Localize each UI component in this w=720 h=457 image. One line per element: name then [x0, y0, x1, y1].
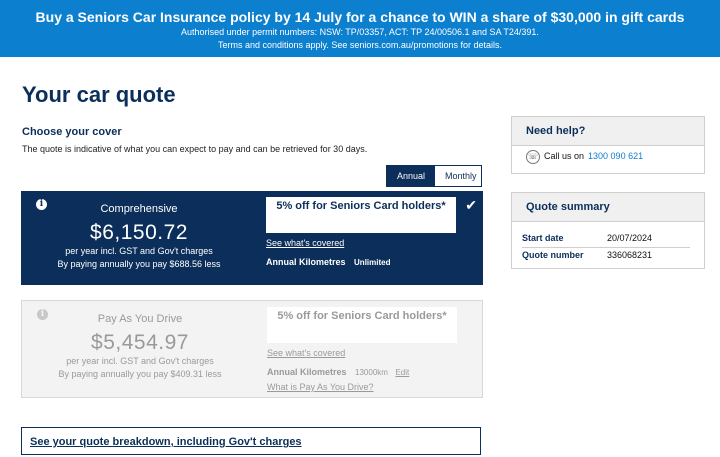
annual-option[interactable]: Annual [387, 166, 435, 186]
phone-icon: ☏ [526, 150, 540, 164]
page-title: Your car quote [22, 82, 176, 107]
price-note: per year incl. GST and Gov't charges [66, 356, 214, 366]
payment-frequency-toggle[interactable]: Annual Monthly [386, 165, 482, 187]
choose-cover-heading: Choose your cover [22, 126, 122, 138]
option-price: $6,150.72 [90, 221, 188, 244]
seniors-discount-badge: 5% off for Seniors Card holders* [267, 307, 457, 343]
quote-number-label: Quote number [522, 250, 584, 260]
start-date-label: Start date [522, 233, 564, 243]
annual-saving: By paying annually you pay $409.31 less [58, 369, 222, 379]
see-whats-covered-link[interactable]: See what's covered [267, 348, 345, 358]
phone-number-link[interactable]: 1300 090 621 [588, 151, 643, 161]
option-name: Pay As You Drive [97, 313, 183, 325]
quote-breakdown-link[interactable]: See your quote breakdown, including Gov'… [30, 436, 302, 448]
quote-breakdown-box[interactable]: See your quote breakdown, including Gov'… [21, 427, 481, 455]
quote-number-row: Quote number 336068231 [522, 250, 690, 260]
comprehensive-option-card[interactable]: i Comprehensive $6,150.72 per year incl.… [21, 191, 483, 285]
checkmark-icon: ✔ [465, 197, 477, 213]
pay-as-you-drive-option-card[interactable]: i Pay As You Drive $5,454.97 per year in… [21, 300, 483, 398]
option-name: Comprehensive [100, 203, 178, 215]
need-help-panel: Need help? ☏ Call us on 1300 090 621 [511, 116, 705, 174]
seniors-discount-badge: 5% off for Seniors Card holders* [266, 197, 456, 233]
annual-km-row: Annual Kilometres Unlimited [266, 257, 466, 267]
edit-km-link[interactable]: Edit [395, 368, 409, 377]
call-row: ☏ Call us on 1300 090 621 [526, 150, 643, 164]
monthly-option[interactable]: Monthly [435, 166, 481, 186]
need-help-title: Need help? [512, 117, 704, 146]
annual-km-label: Annual Kilometres [266, 257, 346, 267]
promo-terms: Terms and conditions apply. See seniors.… [218, 40, 502, 50]
quote-description: The quote is indicative of what you can … [22, 144, 368, 154]
annual-km-row: Annual Kilometres 13000km Edit [267, 367, 467, 377]
call-label: Call us on [544, 151, 585, 161]
annual-saving: By paying annually you pay $688.56 less [57, 259, 221, 269]
annual-km-value: 13000km [355, 368, 388, 377]
what-is-payd-link[interactable]: What is Pay As You Drive? [267, 382, 374, 392]
price-note: per year incl. GST and Gov't charges [65, 246, 213, 256]
annual-km-value: Unlimited [354, 258, 391, 267]
see-whats-covered-link[interactable]: See what's covered [266, 238, 344, 248]
quote-summary-panel: Quote summary Start date 20/07/2024 Quote… [511, 192, 705, 269]
promo-permits: Authorised under permit numbers: NSW: TP… [181, 27, 539, 37]
option-price: $5,454.97 [91, 331, 189, 354]
promo-headline: Buy a Seniors Car Insurance policy by 14… [35, 9, 685, 25]
promo-banner: Buy a Seniors Car Insurance policy by 14… [0, 0, 720, 57]
annual-km-label: Annual Kilometres [267, 367, 347, 377]
start-date-row: Start date 20/07/2024 [522, 233, 690, 248]
start-date-value: 20/07/2024 [607, 233, 653, 243]
quote-number-value: 336068231 [607, 250, 653, 260]
quote-summary-title: Quote summary [512, 193, 704, 222]
